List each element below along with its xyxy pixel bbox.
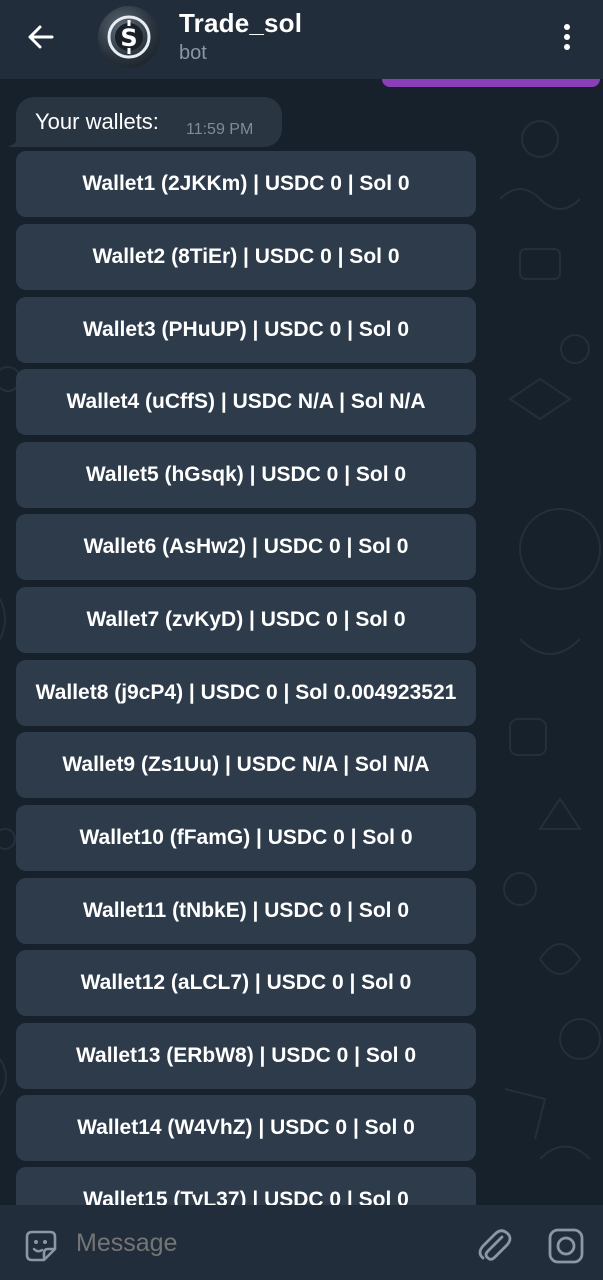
- wallet-button-6[interactable]: Wallet6 (AsHw2) | USDC 0 | Sol 0: [16, 514, 476, 580]
- wallet-button-11[interactable]: Wallet11 (tNbkE) | USDC 0 | Sol 0: [16, 878, 476, 944]
- wallet-button-13[interactable]: Wallet13 (ERbW8) | USDC 0 | Sol 0: [16, 1023, 476, 1089]
- svg-text:S: S: [120, 24, 137, 52]
- wallet-button-10[interactable]: Wallet10 (fFamG) | USDC 0 | Sol 0: [16, 805, 476, 871]
- wallet-button-3[interactable]: Wallet3 (PHuUP) | USDC 0 | Sol 0: [16, 297, 476, 363]
- chat-header: S Trade_sol bot: [0, 0, 603, 79]
- bot-avatar[interactable]: S: [98, 6, 160, 68]
- message-input[interactable]: [76, 1225, 456, 1261]
- inline-keyboard: Wallet1 (2JKKm) | USDC 0 | Sol 0 Wallet2…: [16, 151, 476, 1205]
- more-vertical-icon: [564, 24, 570, 50]
- wallet-button-1[interactable]: Wallet1 (2JKKm) | USDC 0 | Sol 0: [16, 151, 476, 217]
- chat-subtitle: bot: [179, 42, 207, 64]
- wallet-button-4[interactable]: Wallet4 (uCffS) | USDC N/A | Sol N/A: [16, 369, 476, 435]
- back-button[interactable]: [22, 20, 60, 54]
- message-timestamp: 11:59 PM: [186, 121, 254, 138]
- chat-title[interactable]: Trade_sol: [179, 8, 302, 39]
- wallet-button-7[interactable]: Wallet7 (zvKyD) | USDC 0 | Sol 0: [16, 587, 476, 653]
- wallet-button-12[interactable]: Wallet12 (aLCL7) | USDC 0 | Sol 0: [16, 950, 476, 1016]
- camera-button[interactable]: [546, 1226, 586, 1266]
- wallet-button-8[interactable]: Wallet8 (j9cP4) | USDC 0 | Sol 0.0049235…: [16, 660, 476, 726]
- wallet-button-5[interactable]: Wallet5 (hGsqk) | USDC 0 | Sol 0: [16, 442, 476, 508]
- wallet-button-15[interactable]: Wallet15 (TyL37) | USDC 0 | Sol 0: [16, 1167, 476, 1205]
- arrow-left-icon: [28, 25, 54, 49]
- paperclip-icon: [478, 1229, 512, 1261]
- wallet-button-9[interactable]: Wallet9 (Zs1Uu) | USDC N/A | Sol N/A: [16, 732, 476, 798]
- wallet-button-2[interactable]: Wallet2 (8TiEr) | USDC 0 | Sol 0: [16, 224, 476, 290]
- camera-icon: [548, 1228, 584, 1264]
- attach-button[interactable]: [474, 1225, 514, 1265]
- emoji-button[interactable]: [22, 1227, 60, 1265]
- wallet-button-14[interactable]: Wallet14 (W4VhZ) | USDC 0 | Sol 0: [16, 1095, 476, 1161]
- dollar-coin-icon: S: [107, 15, 151, 59]
- previous-message-bubble: [382, 79, 600, 87]
- sticker-emoji-icon: [25, 1230, 57, 1262]
- menu-button[interactable]: [552, 20, 582, 54]
- message-text: Your wallets:: [35, 109, 159, 134]
- message-input-bar: [0, 1205, 603, 1280]
